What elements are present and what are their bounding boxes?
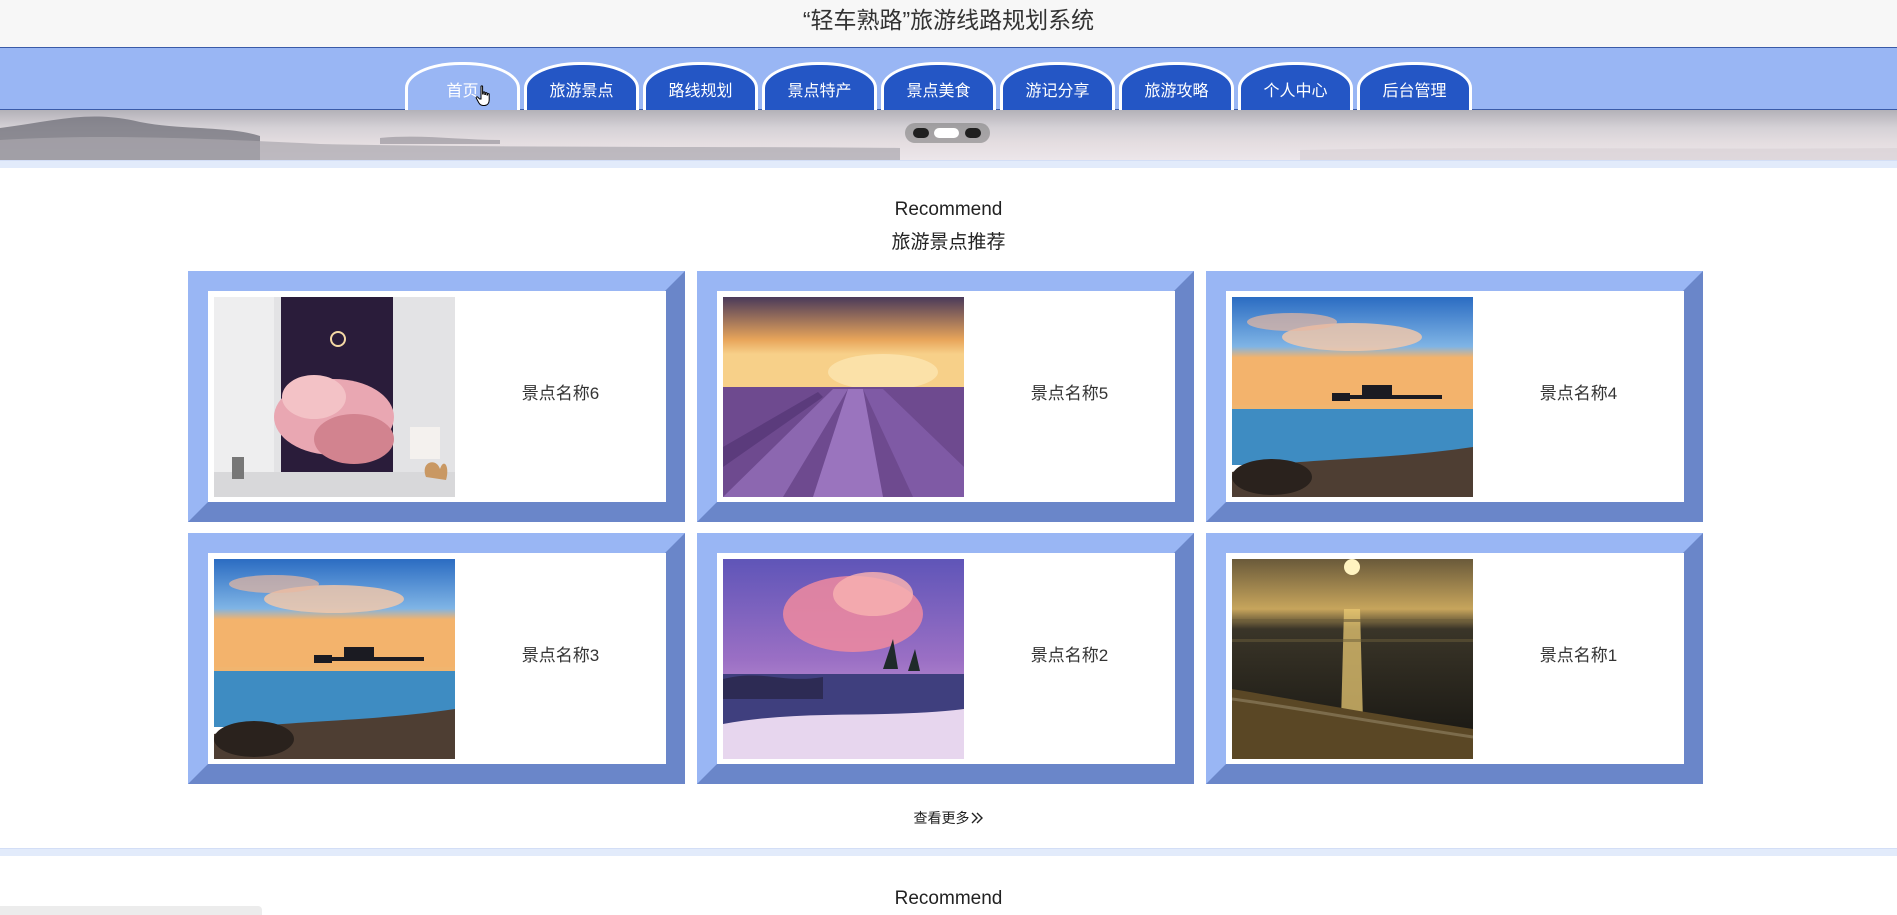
nav-item-label: 旅游景点 <box>549 83 614 100</box>
spot-image[interactable] <box>1232 297 1473 497</box>
site-title: “轻车熟路”旅游线路规划系统 <box>802 7 1095 33</box>
nav-item-label: 景点特产 <box>787 83 852 100</box>
spot-card[interactable]: 景点名称2 <box>697 533 1194 784</box>
card-body: 景点名称2 <box>717 553 1175 764</box>
nav-list: 首页 旅游景点 路线规划 景点特产 景点美食 游记分享 旅游攻略 个人中心 后台… <box>405 62 1472 110</box>
nav-item-travel-guides[interactable]: 旅游攻略 <box>1119 62 1234 110</box>
carousel-dot-3[interactable] <box>965 128 981 138</box>
spot-name: 景点名称1 <box>1539 646 1618 665</box>
nav-item-travel-notes[interactable]: 游记分享 <box>1000 62 1115 110</box>
card-body: 景点名称4 <box>1226 291 1684 502</box>
nav-item-scenic-spots[interactable]: 旅游景点 <box>524 62 639 110</box>
nav-item-home[interactable]: 首页 <box>405 62 520 110</box>
spot-card[interactable]: 景点名称5 <box>697 271 1194 522</box>
section-heading-en: Recommend <box>894 888 1003 909</box>
nav-item-admin[interactable]: 后台管理 <box>1357 62 1472 110</box>
spot-name: 景点名称2 <box>1030 646 1109 665</box>
carousel-dot-1[interactable] <box>913 128 929 138</box>
nav-item-label: 路线规划 <box>668 83 733 100</box>
card-frame-shade <box>188 764 685 784</box>
spot-image[interactable] <box>1232 559 1473 759</box>
card-body: 景点名称3 <box>208 553 666 764</box>
lavender-field-sunset-image <box>723 297 964 497</box>
spot-image[interactable] <box>723 297 964 497</box>
spot-card[interactable]: 景点名称4 <box>1206 271 1703 522</box>
purple-cloud-lake-image <box>723 559 964 759</box>
card-body: 景点名称5 <box>717 291 1175 502</box>
spot-name: 景点名称6 <box>521 384 600 403</box>
pier-sunset-image <box>214 559 455 759</box>
section-divider <box>0 848 1897 856</box>
spot-name: 景点名称4 <box>1539 384 1618 403</box>
card-frame-shade <box>1174 271 1194 522</box>
spot-card[interactable]: 景点名称6 <box>188 271 685 522</box>
nav-item-label: 个人中心 <box>1263 83 1328 100</box>
title-bar: “轻车熟路”旅游线路规划系统 <box>0 0 1897 47</box>
view-more-label: 查看更多 <box>913 810 970 826</box>
spot-image[interactable] <box>723 559 964 759</box>
hand-cursor-icon <box>475 85 490 106</box>
spot-image[interactable] <box>214 559 455 759</box>
spot-name: 景点名称5 <box>1030 384 1109 403</box>
card-body: 景点名称6 <box>208 291 666 502</box>
banner-carousel <box>0 110 1897 160</box>
nav-item-label: 游记分享 <box>1025 83 1090 100</box>
beach-sunset-image <box>1232 559 1473 759</box>
nav-bar: 首页 旅游景点 路线规划 景点特产 景点美食 游记分享 旅游攻略 个人中心 后台… <box>0 47 1897 110</box>
pink-cloud-poster-image <box>214 297 455 497</box>
spot-card[interactable]: 景点名称1 <box>1206 533 1703 784</box>
view-more-link[interactable]: 查看更多 <box>0 808 1897 828</box>
double-chevron-right-icon <box>971 812 983 824</box>
card-frame-shade <box>1206 764 1703 784</box>
card-frame-shade <box>665 533 685 784</box>
card-frame-shade <box>697 764 1194 784</box>
nav-item-label: 景点美食 <box>906 83 971 100</box>
carousel-indicators <box>905 123 990 143</box>
card-frame-shade <box>1683 271 1703 522</box>
nav-item-food[interactable]: 景点美食 <box>881 62 996 110</box>
card-frame-shade <box>1683 533 1703 784</box>
carousel-dot-2-active[interactable] <box>934 128 959 138</box>
nav-item-specialties[interactable]: 景点特产 <box>762 62 877 110</box>
spot-card[interactable]: 景点名称3 <box>188 533 685 784</box>
nav-item-label: 首页 <box>446 83 479 100</box>
section-heading-cn: 旅游景点推荐 <box>891 232 1006 253</box>
card-body: 景点名称1 <box>1226 553 1684 764</box>
spot-name: 景点名称3 <box>521 646 600 665</box>
nav-item-label: 后台管理 <box>1382 83 1447 100</box>
card-frame-shade <box>1206 502 1703 522</box>
spot-image[interactable] <box>214 297 455 497</box>
section-divider <box>0 160 1897 168</box>
nav-item-personal-center[interactable]: 个人中心 <box>1238 62 1353 110</box>
card-frame-shade <box>665 271 685 522</box>
card-frame-shade <box>697 502 1194 522</box>
nav-item-route-planning[interactable]: 路线规划 <box>643 62 758 110</box>
card-frame-shade <box>1174 533 1194 784</box>
card-frame-shade <box>188 502 685 522</box>
section-heading-en: Recommend <box>894 199 1003 220</box>
pier-sunset-image <box>1232 297 1473 497</box>
browser-status-bar <box>0 906 262 915</box>
nav-item-label: 旅游攻略 <box>1144 83 1209 100</box>
